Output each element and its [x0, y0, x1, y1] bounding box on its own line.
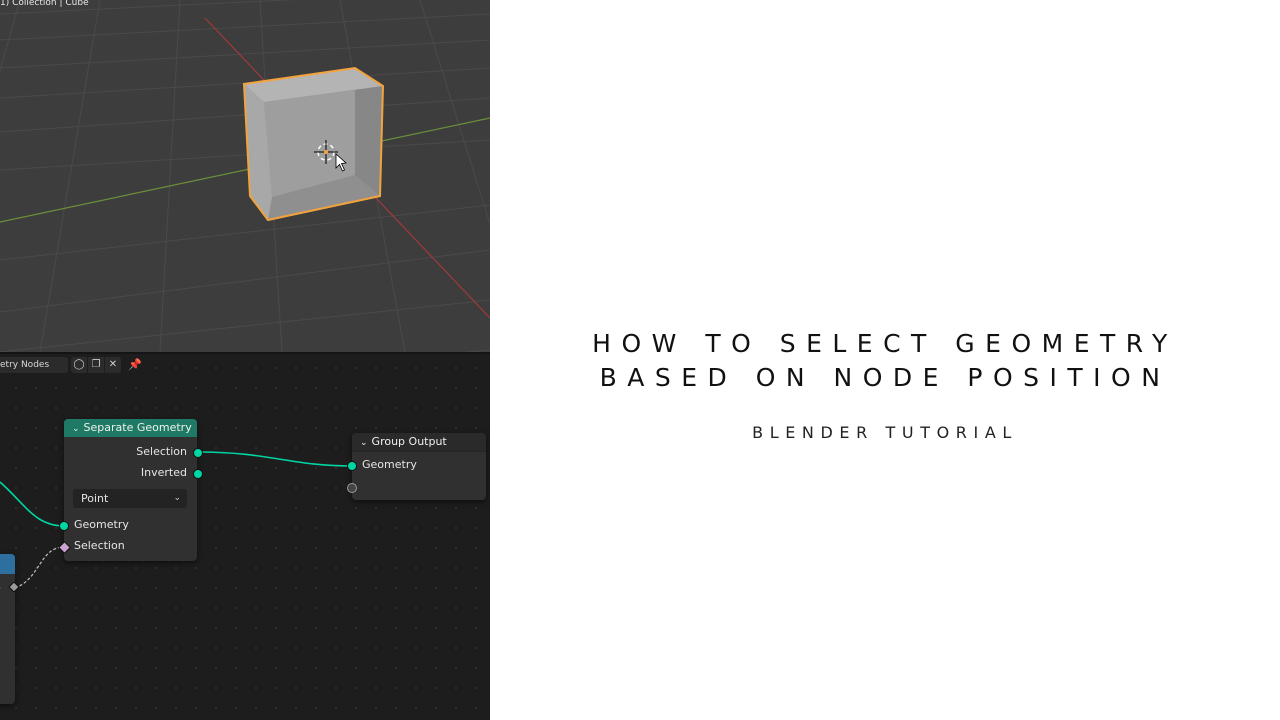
domain-dropdown[interactable]: Point ⌄ [73, 489, 187, 508]
partial-node-label: e [0, 581, 1, 594]
link-geometry-input [0, 481, 65, 527]
separate-geometry-header[interactable]: ⌄ Separate Geometry [64, 419, 197, 437]
link-selection-to-output [197, 451, 353, 467]
output-selection-socket[interactable] [193, 448, 203, 458]
domain-dropdown-value: Point [81, 492, 109, 505]
y-axis-line [0, 117, 490, 223]
cube-object [242, 66, 385, 222]
chevron-down-icon[interactable]: ⌄ [72, 420, 80, 438]
input-geometry-label: Geometry [74, 518, 129, 531]
title-line-1: HOW TO SELECT GEOMETRY [592, 329, 1178, 358]
group-output-title: Group Output [371, 435, 447, 448]
group-output-geometry-label: Geometry [362, 458, 417, 471]
viewport-info-text: 1) Collection | Cube [0, 0, 89, 8]
separate-geometry-node[interactable]: ⌄ Separate Geometry Selection Inverted Po… [58, 419, 203, 561]
group-output-node[interactable]: ⌄ Group Output Geometry [347, 433, 486, 500]
title-panel: HOW TO SELECT GEOMETRY BASED ON NODE POS… [490, 0, 1280, 720]
input-geometry-socket[interactable] [59, 521, 69, 531]
3d-viewport[interactable]: 1) Collection | Cube [0, 0, 490, 352]
viewport-canvas [0, 0, 490, 352]
group-output-geometry-socket[interactable] [347, 461, 357, 471]
link-selection-field [14, 546, 65, 589]
group-output-empty-socket[interactable] [347, 483, 357, 493]
title-line-2: BASED ON NODE POSITION [599, 363, 1171, 392]
node-editor[interactable]: etry Nodes ◯ ❐ ✕ 📌 e ⌄Separate Geometry … [0, 354, 490, 720]
chevron-down-icon[interactable]: ⌄ [360, 434, 368, 452]
output-inverted-label: Inverted [140, 466, 187, 479]
group-output-header[interactable]: ⌄ Group Output [352, 433, 486, 452]
chevron-down-icon: ⌄ [173, 493, 181, 503]
output-inverted-socket[interactable] [193, 469, 203, 479]
separate-geometry-title: Separate Geometry [83, 421, 192, 434]
subtitle: BLENDER TUTORIAL [752, 423, 1018, 442]
partial-node-header [0, 554, 15, 574]
partial-node[interactable]: e [0, 554, 20, 704]
output-selection-label: Selection [136, 445, 187, 458]
floor-grid [0, 0, 490, 352]
input-selection-label: Selection [74, 539, 125, 552]
